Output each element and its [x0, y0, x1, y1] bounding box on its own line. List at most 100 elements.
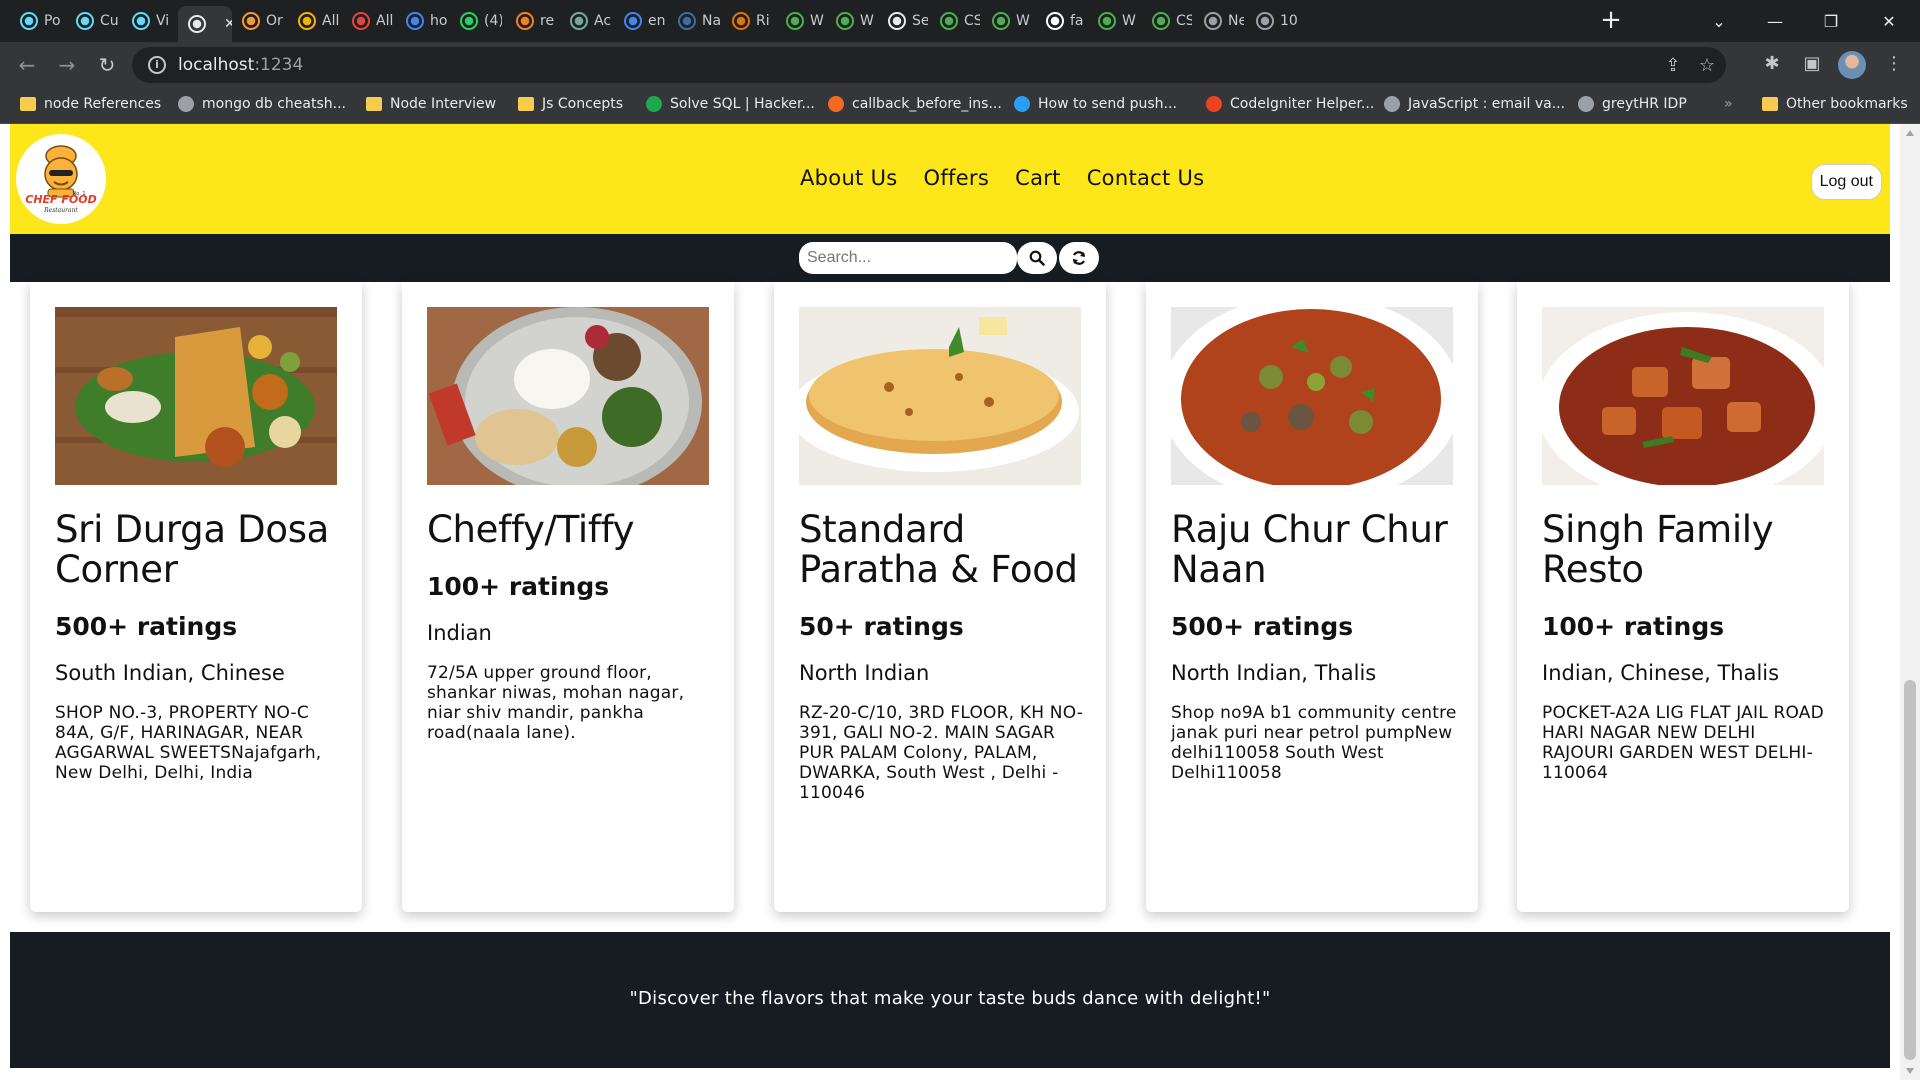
- scrollbar-thumb[interactable]: [1904, 680, 1916, 1060]
- browser-tab[interactable]: Ne: [1194, 6, 1244, 36]
- browser-tab[interactable]: W: [1088, 6, 1140, 36]
- profile-avatar[interactable]: [1838, 51, 1866, 79]
- browser-tab[interactable]: Vi: [122, 6, 174, 36]
- browser-tab-label: Or: [266, 13, 283, 29]
- scroll-down-icon[interactable]: [1906, 1068, 1914, 1074]
- svg-text:CHEF FOOD: CHEF FOOD: [25, 193, 96, 206]
- restaurant-card[interactable]: Sri Durga Dosa Corner 500+ ratings South I…: [30, 282, 362, 912]
- bookmark-item[interactable]: node References: [20, 96, 161, 112]
- minimize-button[interactable]: —: [1752, 0, 1798, 42]
- logo-icon: [1014, 96, 1030, 112]
- bookmark-item[interactable]: callback_before_ins...: [828, 96, 1002, 112]
- forward-icon[interactable]: →: [54, 52, 80, 78]
- bookmark-item[interactable]: How to send push...: [1014, 96, 1177, 112]
- flag-icon: [1046, 12, 1064, 30]
- browser-tab[interactable]: (4): [450, 6, 502, 36]
- bookmark-star-icon[interactable]: ☆: [1696, 55, 1718, 77]
- site-info-icon[interactable]: i: [148, 56, 166, 74]
- close-window-button[interactable]: ✕: [1866, 0, 1912, 42]
- browser-tab[interactable]: ho: [396, 6, 448, 36]
- browser-tab[interactable]: W: [826, 6, 876, 36]
- close-tab-icon[interactable]: ✕: [224, 16, 232, 32]
- restaurant-address: SHOP NO.-3, PROPERTY NO-C 84A, G/F, HARI…: [55, 703, 322, 783]
- search-icon: [888, 12, 906, 30]
- site-header: CHEF FOOD Restaurant No. 1 About Us Offe…: [10, 124, 1890, 234]
- browser-tab[interactable]: ✕: [178, 6, 232, 42]
- page-scrollbar[interactable]: [1900, 124, 1920, 1080]
- share-icon[interactable]: ⇪: [1662, 55, 1684, 77]
- google-icon: [406, 12, 424, 30]
- location-icon: [242, 12, 260, 30]
- svg-text:No. 1: No. 1: [72, 191, 85, 197]
- bookmark-item[interactable]: Solve SQL | Hacker...: [646, 96, 815, 112]
- logout-button[interactable]: Log out: [1810, 164, 1882, 200]
- new-tab-button[interactable]: +: [1598, 7, 1624, 34]
- avatar-icon: [178, 96, 194, 112]
- browser-tab[interactable]: Cu: [66, 6, 118, 36]
- browser-tab[interactable]: en: [614, 6, 666, 36]
- bookmark-item[interactable]: CodeIgniter Helper...: [1206, 96, 1374, 112]
- browser-tab[interactable]: All: [288, 6, 340, 36]
- search-icon: [1029, 250, 1045, 266]
- browser-tab[interactable]: Ac: [560, 6, 612, 36]
- restaurant-card[interactable]: Singh Family Resto 100+ ratings Indian, Ch…: [1517, 282, 1849, 912]
- more-bookmarks-button[interactable]: »: [1724, 96, 1733, 112]
- bookmark-item[interactable]: Js Concepts: [518, 96, 623, 112]
- browser-tab[interactable]: W: [776, 6, 824, 36]
- restaurant-ratings: 500+ ratings: [1171, 612, 1354, 641]
- react-icon: [132, 12, 150, 30]
- tab-search-button[interactable]: ⌄: [1696, 0, 1742, 42]
- dosa-platter-image[interactable]: [55, 307, 337, 485]
- bookmark-item[interactable]: JavaScript : email va...: [1384, 96, 1565, 112]
- bookmark-item[interactable]: greytHR IDP: [1578, 96, 1687, 112]
- folder-icon: [366, 97, 382, 111]
- nav-contact-us[interactable]: Contact Us: [1087, 166, 1205, 190]
- restaurant-card-body: Raju Chur Chur Naan 500+ ratings North Ind…: [1171, 510, 1461, 784]
- back-icon[interactable]: ←: [14, 52, 40, 78]
- browser-tab[interactable]: re: [506, 6, 558, 36]
- paratha-image[interactable]: [799, 307, 1081, 485]
- browser-tab[interactable]: Ri: [722, 6, 774, 36]
- browser-tab[interactable]: fa: [1036, 6, 1086, 36]
- curry-image[interactable]: [1171, 307, 1453, 485]
- w-icon: [786, 12, 804, 30]
- browser-tab-label: en: [648, 13, 666, 29]
- nav-offers[interactable]: Offers: [923, 166, 989, 190]
- restore-button[interactable]: ❐: [1808, 0, 1854, 42]
- restaurant-card[interactable]: Standard Paratha & Food 50+ ratings North …: [774, 282, 1106, 912]
- browser-tab[interactable]: Or: [232, 6, 284, 36]
- folder-icon: [1762, 97, 1778, 111]
- bookmark-item[interactable]: mongo db cheatsh...: [178, 96, 346, 112]
- folder-icon: [20, 97, 36, 111]
- menu-icon[interactable]: ⋮: [1882, 52, 1906, 76]
- browser-tab-label: (4): [484, 13, 502, 29]
- chilli-paneer-image[interactable]: [1542, 307, 1824, 485]
- refresh-icon: [828, 96, 844, 112]
- nav-about-us[interactable]: About Us: [800, 166, 897, 190]
- browser-tab[interactable]: CS: [1142, 6, 1192, 36]
- bookmark-item[interactable]: Node Interview: [366, 96, 496, 112]
- browser-tab[interactable]: Na: [668, 6, 720, 36]
- thali-image[interactable]: [427, 307, 709, 485]
- extensions-icon[interactable]: ✱: [1760, 52, 1784, 76]
- browser-tab-label: W: [1122, 13, 1136, 29]
- browser-tab[interactable]: CS: [930, 6, 980, 36]
- browser-tab[interactable]: Se: [878, 6, 928, 36]
- reload-icon[interactable]: ↻: [94, 52, 120, 78]
- search-button[interactable]: [1017, 242, 1057, 274]
- browser-tab[interactable]: 10: [1246, 6, 1298, 36]
- search-input[interactable]: [799, 242, 1017, 274]
- chef-food-logo[interactable]: CHEF FOOD Restaurant No. 1: [16, 134, 106, 224]
- other-bookmarks-folder[interactable]: Other bookmarks: [1762, 96, 1908, 112]
- restaurant-card[interactable]: Raju Chur Chur Naan 500+ ratings North Ind…: [1146, 282, 1478, 912]
- side-panel-icon[interactable]: ▣: [1800, 52, 1824, 76]
- browser-tab[interactable]: Po: [10, 6, 62, 36]
- browser-tab[interactable]: W: [982, 6, 1034, 36]
- scroll-up-icon[interactable]: [1906, 130, 1914, 136]
- nav-cart[interactable]: Cart: [1015, 166, 1061, 190]
- restaurant-card[interactable]: Cheffy/Tiffy 100+ ratings Indian 72/5A uppe…: [402, 282, 734, 912]
- refresh-button[interactable]: [1059, 242, 1099, 274]
- browser-tab-label: W: [810, 13, 824, 29]
- browser-tab[interactable]: All: [342, 6, 394, 36]
- address-bar[interactable]: i localhost:1234 ⇪ ☆: [132, 47, 1726, 83]
